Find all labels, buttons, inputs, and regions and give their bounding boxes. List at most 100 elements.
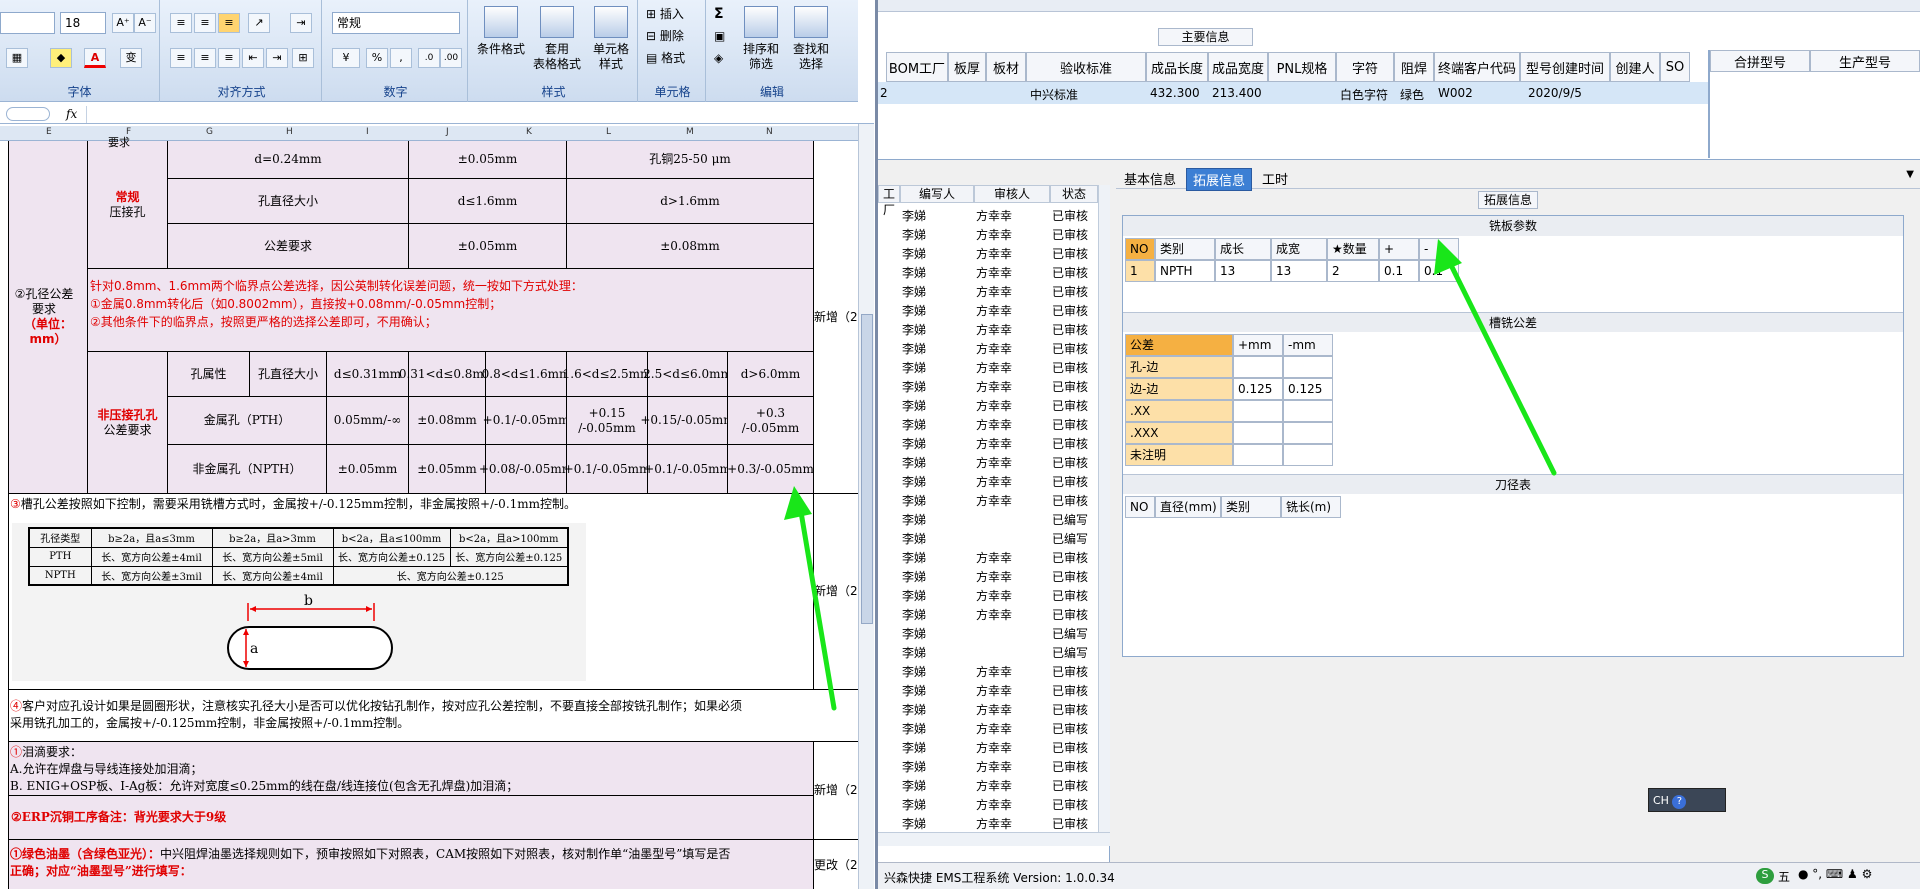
list-item[interactable]: 李娣 方幸幸 已审核 [878, 794, 1098, 813]
delete-button[interactable]: ⊟ 删除 [646, 28, 684, 44]
table-header-cell[interactable]: 公差 [1125, 334, 1233, 356]
hdr-customer[interactable]: 终端客户代码 [1434, 52, 1520, 82]
tab-hours[interactable]: 工时 [1256, 168, 1294, 189]
insert-button[interactable]: ⊞ 插入 [646, 6, 684, 22]
list-item[interactable]: 李娣 方幸幸 已审核 [878, 395, 1098, 414]
hole-dia-cell[interactable]: 孔直径大小 [250, 352, 327, 397]
table-header-cell[interactable]: 直径(mm) [1155, 496, 1221, 518]
percent-button[interactable]: % [366, 48, 388, 68]
range-c6[interactable]: d>6.0mm [728, 352, 814, 397]
decrease-indent-icon[interactable]: ⇤ [242, 48, 264, 68]
table-cell[interactable] [1233, 400, 1283, 422]
list-item[interactable]: 李娣 方幸幸 已审核 [878, 300, 1098, 319]
col-header-g[interactable]: G [206, 127, 213, 137]
list-item[interactable]: 李娣 方幸幸 已审核 [878, 433, 1098, 452]
npth-v4[interactable]: +0.1/-0.05mm [564, 445, 650, 494]
list-item[interactable]: 李娣 方幸幸 已审核 [878, 604, 1098, 623]
col-header-i[interactable]: I [366, 127, 369, 137]
npth-v6[interactable]: +0.3/-0.05mm [727, 445, 814, 494]
merge-cells-icon[interactable]: ⊞ [292, 48, 314, 68]
table-cell[interactable] [1233, 356, 1283, 378]
name-box[interactable] [6, 107, 50, 121]
pth-v4[interactable]: +0.15 /-0.05mm [567, 397, 648, 445]
list-scrollbar[interactable] [1098, 185, 1110, 845]
table-cell[interactable]: 未注明 [1125, 444, 1233, 466]
table-cell[interactable]: 2 [1327, 260, 1379, 282]
list-item[interactable]: 李娣 已编写 [878, 509, 1098, 528]
font-name-box[interactable] [0, 12, 55, 34]
hdr-prod-model[interactable]: 生产型号 [1810, 50, 1920, 72]
table-header-cell[interactable]: -mm [1283, 334, 1333, 356]
list-item[interactable]: 李娣 方幸幸 已审核 [878, 357, 1098, 376]
table-cell[interactable]: 0.1 [1379, 260, 1419, 282]
hdr-thickness[interactable]: 板厚 [948, 52, 986, 82]
increase-indent-icon[interactable]: ⇥ [266, 48, 288, 68]
table-cell[interactable]: 边-边 [1125, 378, 1233, 400]
table-header-cell[interactable]: 类别 [1221, 496, 1281, 518]
cell-copper[interactable]: 孔铜25-50 μm [567, 141, 814, 179]
list-item[interactable]: 李娣 已编写 [878, 623, 1098, 642]
table-cell[interactable] [1283, 444, 1333, 466]
cell-hole-size-label[interactable]: 孔直径大小 [168, 179, 409, 224]
table-cell[interactable]: 13 [1271, 260, 1327, 282]
main-info-row[interactable]: 2 中兴标准 432.300 213.400 白色字符 绿色 W002 2020… [878, 82, 1708, 104]
col-header-n[interactable]: N [766, 127, 773, 137]
table-cell[interactable]: .XXX [1125, 422, 1233, 444]
aperture-title-cell[interactable]: ②孔径公差要求 （单位：mm） [8, 141, 88, 494]
list-item[interactable]: 李娣 方幸幸 已审核 [878, 452, 1098, 471]
list-item[interactable]: 李娣 方幸幸 已审核 [878, 224, 1098, 243]
hdr-mask[interactable]: 阻焊 [1394, 52, 1434, 82]
table-header-cell[interactable]: NO [1125, 238, 1155, 260]
col-header-m[interactable]: M [686, 127, 694, 137]
hdr-width[interactable]: 成品宽度 [1208, 52, 1268, 82]
table-cell[interactable] [1233, 444, 1283, 466]
cell-style-button[interactable]: 单元格 样式 [580, 6, 642, 72]
table-header-cell[interactable]: + [1379, 238, 1419, 260]
list-item[interactable]: 李娣 方幸幸 已审核 [878, 699, 1098, 718]
table-header-cell[interactable]: 成长(mm) [1215, 238, 1271, 276]
pth-v3[interactable]: +0.1/-0.05mm [483, 397, 569, 445]
list-item[interactable]: 李娣 已编写 [878, 528, 1098, 547]
excel-vertical-scrollbar[interactable] [858, 124, 874, 889]
pth-v5[interactable]: +0.15/-0.05mm [640, 397, 735, 445]
pth-v2[interactable]: ±0.08mm [409, 397, 486, 445]
list-item[interactable]: 李娣 方幸幸 已审核 [878, 585, 1098, 604]
list-item[interactable]: 李娣 方幸幸 已审核 [878, 756, 1098, 775]
format-button[interactable]: ▤ 格式 [646, 50, 685, 66]
range-c5[interactable]: 2.5<d≤6.0mm [643, 352, 732, 397]
hdr-material[interactable]: 板材 [986, 52, 1026, 82]
help-icon[interactable]: ? [1672, 795, 1687, 809]
cell-tol-2[interactable]: ±0.08mm [567, 224, 814, 269]
npth-v5[interactable]: +0.1/-0.05mm [644, 445, 731, 494]
table-header-cell[interactable]: NO [1125, 496, 1155, 518]
conditional-format-button[interactable]: 条件格式 [470, 6, 532, 57]
col-header-e[interactable]: E [46, 127, 52, 137]
sort-filter-button[interactable]: 排序和 筛选 [736, 6, 786, 72]
grow-font-button[interactable]: A⁺ [112, 13, 134, 33]
tray-text[interactable]: 五 [1778, 868, 1790, 885]
cell-tol-005[interactable]: ±0.05mm [409, 141, 567, 179]
col-header-h[interactable]: H [286, 127, 293, 137]
clear-icon[interactable]: ◈ [714, 50, 723, 66]
list-item[interactable]: 李娣 方幸幸 已审核 [878, 661, 1098, 680]
formula-input[interactable] [86, 106, 856, 123]
cell-tol-1[interactable]: ±0.05mm [409, 224, 567, 269]
align-center-icon[interactable]: ≡ [194, 48, 216, 68]
table-cell[interactable]: 1 [1125, 260, 1155, 282]
list-item[interactable]: 李娣 方幸幸 已审核 [878, 547, 1098, 566]
cell-d-024[interactable]: d=0.24mm [168, 141, 409, 179]
hdr-bom[interactable]: BOM工厂 [886, 52, 948, 82]
list-hdr-factory[interactable]: 工厂 [878, 185, 900, 217]
hdr-creator[interactable]: 创建人 [1610, 52, 1660, 82]
list-item[interactable]: 李娣 方幸幸 已审核 [878, 338, 1098, 357]
tab-extended[interactable]: 拓展信息 [1186, 168, 1253, 191]
list-item[interactable]: 李娣 方幸幸 已审核 [878, 319, 1098, 338]
sogou-icon[interactable]: S [1756, 868, 1774, 884]
find-select-button[interactable]: 查找和 选择 [786, 6, 836, 72]
list-item[interactable]: 李娣 方幸幸 已审核 [878, 490, 1098, 509]
npth-v2[interactable]: ±0.05mm [409, 445, 486, 494]
hdr-so[interactable]: SO [1660, 52, 1690, 82]
npth-cell[interactable]: 非金属孔（NPTH） [168, 445, 327, 494]
align-right-icon[interactable]: ≡ [218, 48, 240, 68]
align-bottom-icon[interactable]: ≡ [218, 13, 240, 33]
